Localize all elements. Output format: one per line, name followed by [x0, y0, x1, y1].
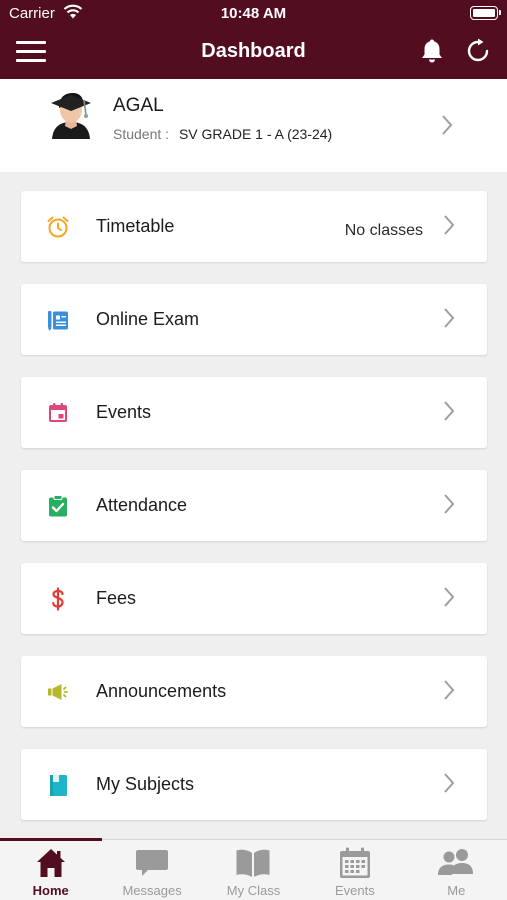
exam-icon [48, 311, 68, 331]
menu-item-label: Attendance [96, 495, 188, 515]
people-icon [438, 849, 474, 875]
student-name: AGAL [113, 95, 164, 116]
menu-item-label: Online Exam [96, 309, 200, 329]
battery-icon [470, 6, 501, 20]
menu-item-fees[interactable]: Fees [21, 563, 487, 634]
chevron-right-icon [444, 587, 455, 607]
chat-icon [136, 850, 169, 876]
menu-item-label: Events [96, 402, 152, 422]
tab-me[interactable]: Me [406, 840, 507, 900]
tab-bar: Home Messages My Class Events Me [0, 838, 507, 900]
tab-label: Home [32, 883, 69, 898]
tab-home[interactable]: Home [0, 838, 103, 900]
chevron-right-icon [444, 773, 455, 793]
menu-item-online-exam[interactable]: Online Exam [21, 284, 487, 355]
menu-item-label: Announcements [96, 681, 227, 701]
refresh-icon[interactable] [465, 38, 491, 64]
bell-icon[interactable] [420, 38, 444, 64]
tab-label: Me [447, 883, 466, 898]
student-class: SV GRADE 1 - A (23-24) [178, 126, 333, 142]
tab-my-class[interactable]: My Class [203, 840, 304, 900]
tab-events[interactable]: Events [304, 840, 405, 900]
chevron-right-icon [444, 680, 455, 700]
chevron-right-icon [444, 308, 455, 328]
status-bar: Carrier 10:48 AM [0, 0, 507, 28]
chevron-right-icon [444, 494, 455, 514]
status-time: 10:48 AM [220, 5, 287, 22]
calendar-grid-icon [339, 847, 370, 878]
tab-label: Events [335, 883, 375, 898]
chevron-right-icon [442, 115, 453, 135]
open-book-icon [236, 849, 270, 877]
menu-item-label: Timetable [96, 216, 175, 236]
student-avatar [51, 93, 91, 139]
book-icon [50, 775, 67, 796]
timetable-status: No classes [344, 222, 423, 239]
calendar-icon [49, 403, 67, 422]
top-bar: Carrier 10:48 AM Dashboard [0, 0, 507, 79]
alarm-clock-icon [47, 216, 69, 238]
home-icon [36, 849, 65, 877]
megaphone-icon [48, 684, 68, 700]
nav-bar: Dashboard [0, 28, 507, 79]
menu-item-announcements[interactable]: Announcements [21, 656, 487, 727]
menu-item-attendance[interactable]: Attendance [21, 470, 487, 541]
tab-label: Messages [122, 883, 182, 898]
menu-item-label: Fees [96, 588, 137, 608]
tab-label: My Class [226, 883, 281, 898]
menu-item-my-subjects[interactable]: My Subjects [21, 749, 487, 820]
dollar-icon [52, 587, 64, 611]
student-class-line: Student : SV GRADE 1 - A (23-24) [113, 126, 332, 142]
tab-messages[interactable]: Messages [101, 840, 202, 900]
menu-item-label: My Subjects [96, 774, 195, 794]
student-label: Student : [113, 126, 170, 142]
chevron-right-icon [444, 401, 455, 421]
chevron-right-icon [444, 215, 455, 235]
menu-item-events[interactable]: Events [21, 377, 487, 448]
student-profile-row[interactable]: AGAL Student : SV GRADE 1 - A (23-24) [0, 79, 507, 172]
clipboard-check-icon [49, 495, 67, 517]
menu-item-timetable[interactable]: Timetable No classes [21, 191, 487, 262]
